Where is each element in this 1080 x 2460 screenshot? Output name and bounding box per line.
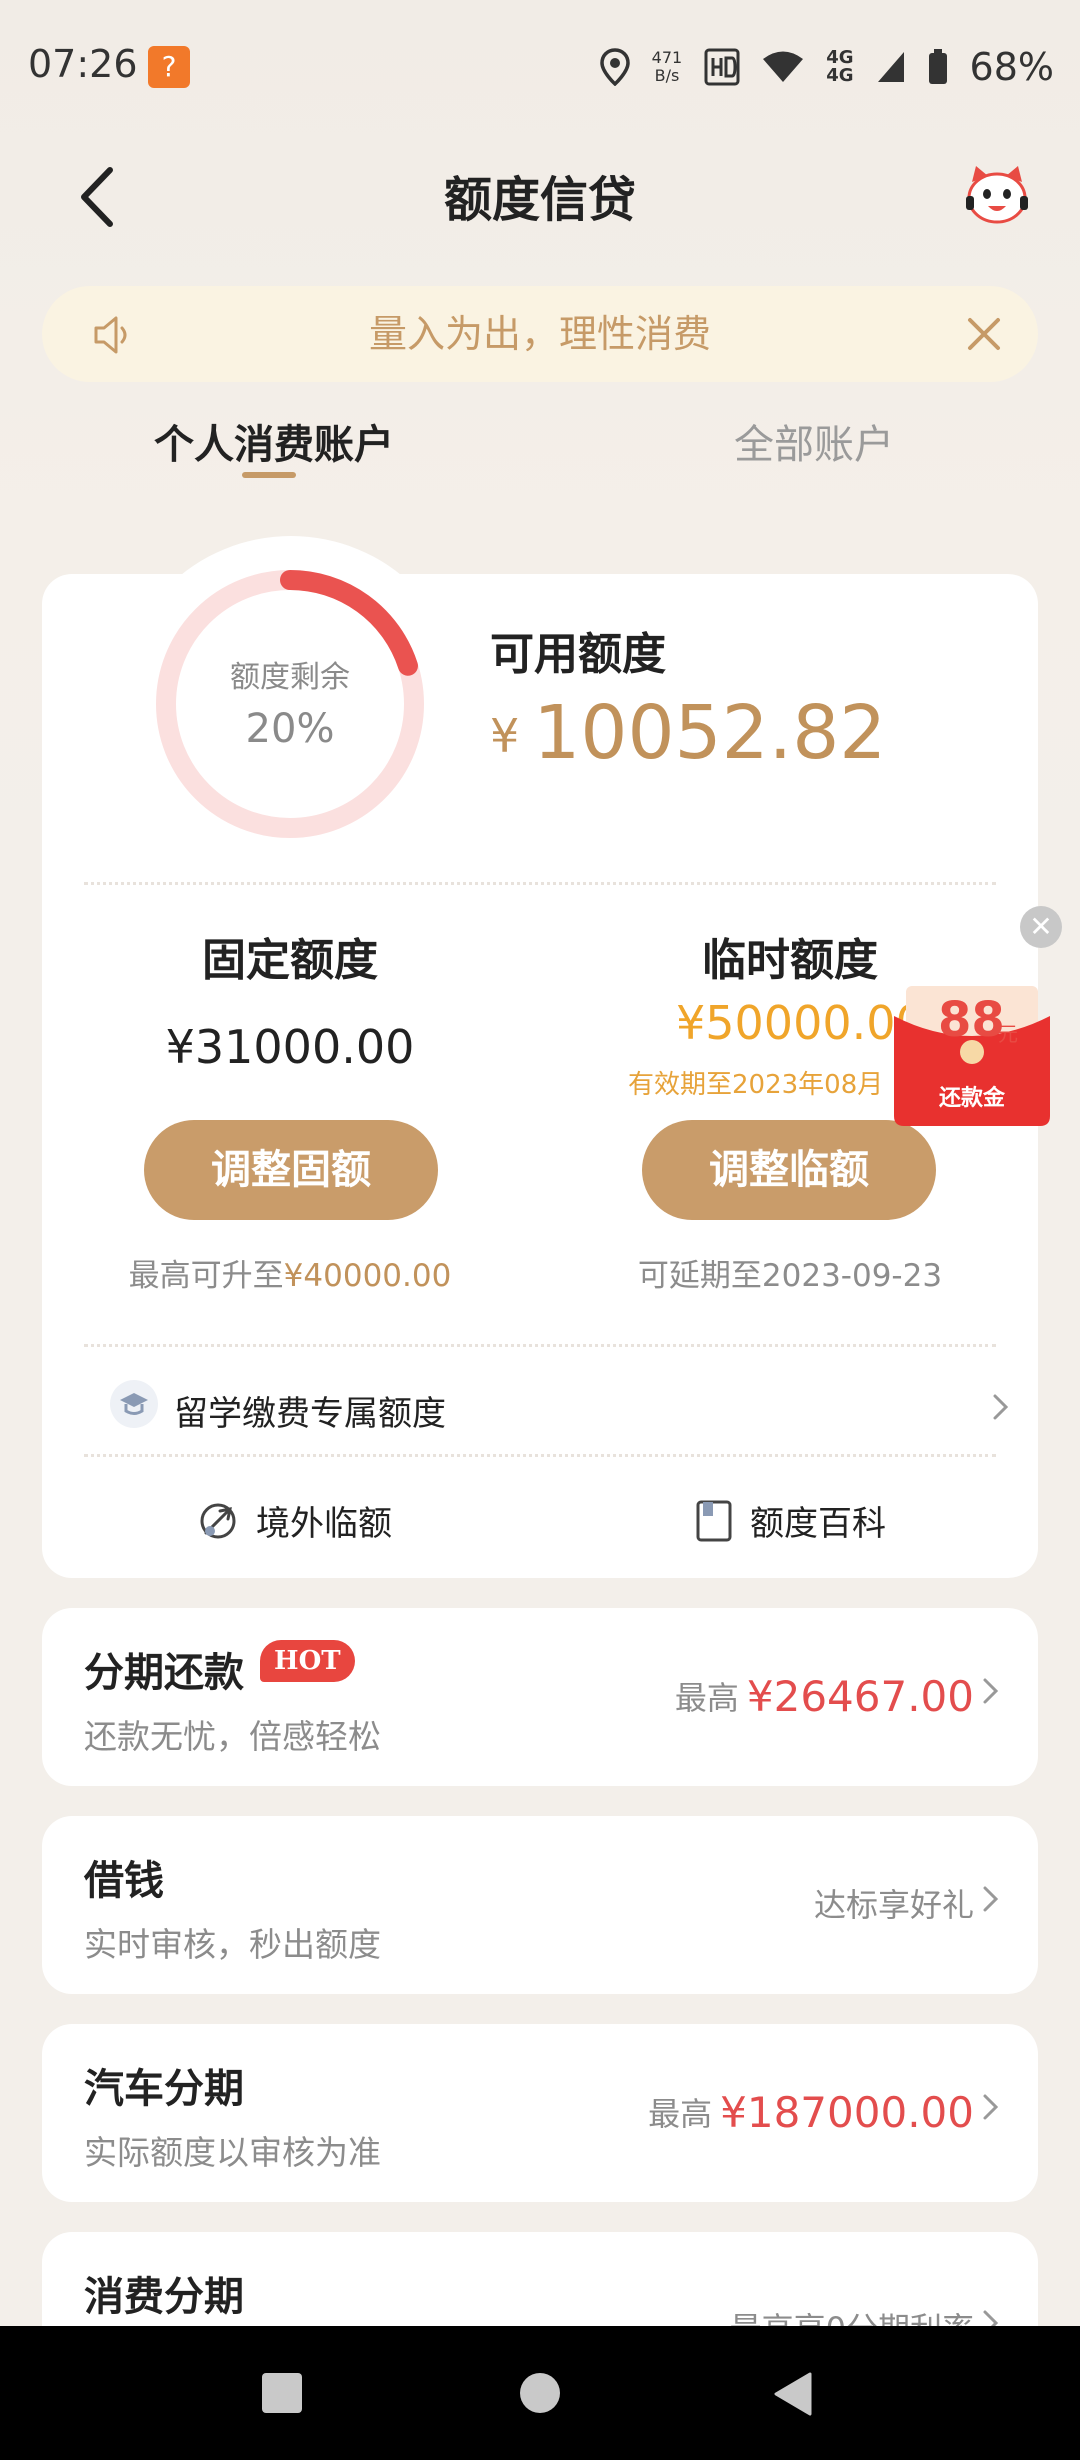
divider <box>84 1454 996 1457</box>
page-title: 额度信贷 <box>443 172 636 228</box>
max-prefix: 最高 <box>648 2095 713 2133</box>
currency-symbol: ¥ <box>490 709 520 763</box>
service-max-amount: 最高 ¥187000.00 <box>648 2088 974 2137</box>
overseas-temp-credit-link[interactable]: 境外临额 <box>196 1496 392 1545</box>
service-subtitle: 实际额度以审核为准 <box>84 2133 381 2172</box>
overseas-icon <box>200 1503 236 1538</box>
graduation-cap-icon <box>110 1380 158 1428</box>
red-packet-label: 还款金 <box>938 1086 1005 1111</box>
service-promo: 达标享好礼 <box>813 1886 974 1924</box>
divider <box>84 1344 996 1347</box>
location-icon <box>599 48 630 86</box>
borrow-money-card[interactable]: 借钱 实时审核，秒出额度 达标享好礼 <box>42 1816 1038 1994</box>
encyclopedia-label: 额度百科 <box>750 1504 886 1544</box>
mascot-avatar-icon[interactable] <box>962 160 1032 230</box>
installment-repayment-card[interactable]: 分期还款 HOT 还款无忧，倍感轻松 最高 ¥26467.00 <box>42 1608 1038 1786</box>
service-max-amount: 最高 ¥26467.00 <box>675 1672 974 1721</box>
battery-level: 68% <box>969 45 1054 89</box>
wifi-icon <box>763 51 804 82</box>
tab-personal-account[interactable]: 个人消费账户 <box>154 412 394 470</box>
red-packet-unit: 元 <box>998 1022 1018 1046</box>
service-title: 借钱 <box>84 1858 164 1904</box>
temp-credit-title: 临时额度 <box>702 935 878 986</box>
status-time: 07:26 <box>28 42 138 86</box>
car-installment-card[interactable]: 汽车分期 实际额度以审核为准 最高 ¥187000.00 <box>42 2024 1038 2202</box>
notice-banner: 量入为出，理性消费 <box>42 286 1038 382</box>
gauge-label: 额度剩余 <box>230 660 350 695</box>
signal-icon <box>877 52 904 82</box>
temp-credit-validity: 有效期至2023年08月 <box>628 1070 884 1100</box>
network-speed-value: 471 <box>651 48 683 67</box>
service-subtitle: 实时审核，秒出额度 <box>84 1925 381 1964</box>
popup-close-icon[interactable]: ✕ <box>1020 906 1062 948</box>
network-speed-unit: B/s <box>654 66 680 85</box>
study-abroad-credit-link[interactable]: 留学缴费专属额度 <box>174 1386 446 1435</box>
max-amount-value: ¥26467.00 <box>746 1672 974 1721</box>
temp-credit-note: 可延期至2023-09-23 <box>637 1258 943 1294</box>
close-icon[interactable] <box>962 312 1006 356</box>
credit-encyclopedia-link[interactable]: 额度百科 <box>694 1496 886 1545</box>
book-icon <box>696 1500 732 1541</box>
max-prefix: 最高 <box>674 1679 739 1717</box>
fixed-note-amount: ¥40000.00 <box>283 1258 452 1294</box>
service-subtitle: 还款无忧，倍感轻松 <box>84 1717 381 1756</box>
network-type: 4G 4G <box>826 49 853 85</box>
tab-all-accounts[interactable]: 全部账户 <box>734 412 894 470</box>
fixed-note-prefix: 最高可升至 <box>128 1258 284 1294</box>
overseas-label: 境外临额 <box>256 1504 392 1544</box>
active-tab-indicator <box>242 472 296 478</box>
chevron-right-icon <box>983 1678 999 1704</box>
service-title: 消费分期 <box>84 2274 244 2320</box>
available-credit-label: 可用额度 <box>490 629 666 680</box>
adjust-fixed-credit-button[interactable]: 调整固额 <box>144 1120 438 1220</box>
fixed-credit-title: 固定额度 <box>202 935 378 986</box>
red-packet-amount: 88 <box>938 992 1005 1048</box>
app-notification-icon: ? <box>148 46 190 88</box>
network-speed: 471 B/s <box>652 49 683 85</box>
chevron-right-icon[interactable] <box>990 1392 1012 1422</box>
status-bar: 07:26 ? 471 B/s 4G 4G 68% <box>0 0 1080 130</box>
gauge-percent: 20% <box>245 706 335 752</box>
battery-icon <box>928 49 947 84</box>
home-button[interactable] <box>520 2373 560 2413</box>
back-triangle-icon[interactable] <box>772 2370 814 2418</box>
chevron-right-icon <box>983 1886 999 1912</box>
network-type-2: 4G <box>826 65 854 86</box>
service-title: 分期还款 <box>84 1650 244 1696</box>
available-credit-amount: ¥10052.82 <box>490 690 886 776</box>
adjust-temp-credit-button[interactable]: 调整临额 <box>642 1120 936 1220</box>
credit-remaining-gauge <box>156 570 424 838</box>
fixed-credit-amount: ¥31000.00 <box>165 1020 415 1074</box>
chevron-right-icon <box>983 2094 999 2120</box>
max-amount-value: ¥187000.00 <box>720 2088 974 2137</box>
divider <box>84 882 996 885</box>
hot-badge: HOT <box>260 1640 355 1682</box>
service-title: 汽车分期 <box>84 2066 244 2112</box>
fixed-credit-note: 最高可升至¥40000.00 <box>40 1250 540 1295</box>
temp-credit-amount: ¥50000.00 <box>676 996 925 1050</box>
notice-text: 量入为出，理性消费 <box>368 312 711 356</box>
available-amount-value: 10052.82 <box>533 690 887 776</box>
status-indicators: 471 B/s 4G 4G 68% <box>599 42 1054 92</box>
recent-apps-button[interactable] <box>262 2373 302 2413</box>
hd-icon <box>704 48 740 86</box>
